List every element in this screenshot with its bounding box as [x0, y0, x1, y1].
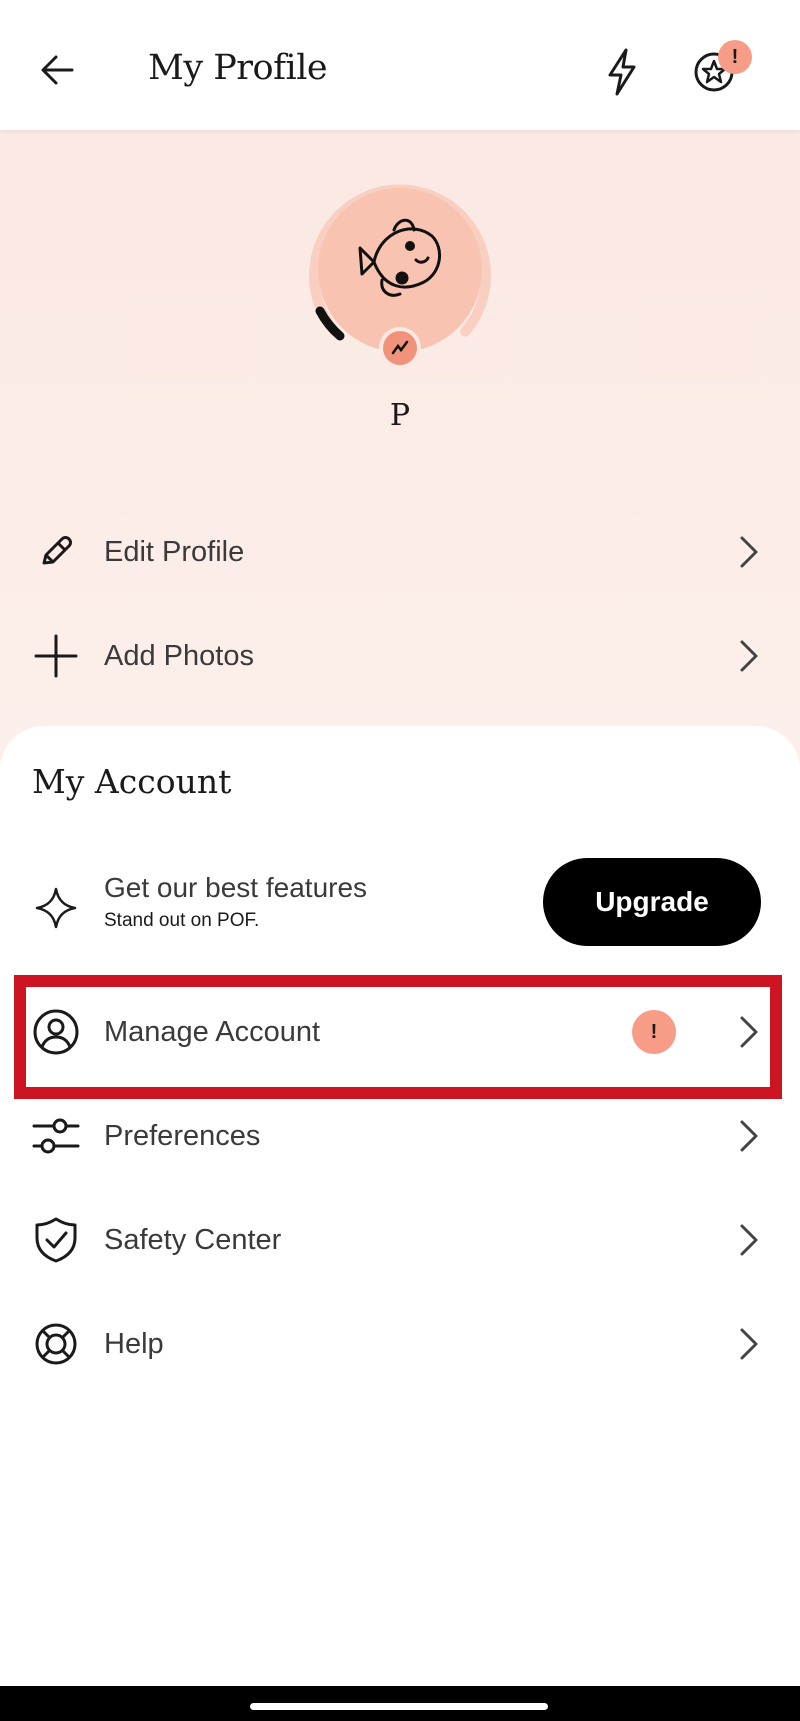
lifebuoy-icon [32, 1320, 80, 1368]
shield-check-icon [32, 1216, 80, 1264]
manage-account-row[interactable]: Manage Account ! [0, 982, 800, 1082]
safety-center-row[interactable]: Safety Center [0, 1190, 800, 1290]
lightning-icon [608, 48, 636, 96]
alert-badge: ! [718, 40, 752, 74]
sparkle-icon [32, 884, 80, 932]
user-circle-icon [32, 1008, 80, 1056]
chevron-right-icon [734, 1012, 764, 1052]
edit-profile-row[interactable]: Edit Profile [0, 502, 800, 602]
alert-badge: ! [632, 1010, 676, 1054]
preferences-label: Preferences [104, 1119, 261, 1152]
chevron-right-icon [734, 532, 764, 572]
app-header: My Profile ! [0, 0, 800, 130]
chevron-right-icon [734, 1220, 764, 1260]
edit-profile-label: Edit Profile [104, 535, 245, 568]
manage-account-label: Manage Account [104, 1015, 321, 1048]
page-title: My Profile [148, 48, 328, 88]
chevron-right-icon [734, 636, 764, 676]
help-label: Help [104, 1327, 164, 1360]
feature-subtitle: Stand out on POF. [104, 910, 260, 931]
system-nav-bar [0, 1686, 800, 1721]
chevron-right-icon [734, 1116, 764, 1156]
back-button[interactable] [36, 48, 80, 92]
chevron-right-icon [734, 1324, 764, 1364]
profile-section: P Edit Profile Add Photos [0, 130, 800, 770]
arrow-left-icon [41, 55, 74, 85]
feature-title: Get our best features [104, 872, 368, 903]
profile-name: P [389, 398, 411, 433]
my-account-card: My Account Get our best features Stand o… [0, 726, 800, 1686]
section-title-my-account: My Account [32, 762, 232, 801]
preferences-row[interactable]: Preferences [0, 1086, 800, 1186]
plus-icon [32, 632, 80, 680]
avatar[interactable] [296, 170, 504, 378]
add-photos-label: Add Photos [104, 639, 254, 672]
upgrade-button[interactable]: Upgrade [543, 858, 761, 946]
home-gesture-handle[interactable] [250, 1703, 548, 1710]
boost-button[interactable] [600, 46, 644, 98]
sliders-icon [32, 1112, 80, 1160]
help-row[interactable]: Help [0, 1294, 800, 1394]
safety-center-label: Safety Center [104, 1223, 282, 1256]
add-photos-row[interactable]: Add Photos [0, 606, 800, 706]
pencil-icon [32, 528, 80, 576]
